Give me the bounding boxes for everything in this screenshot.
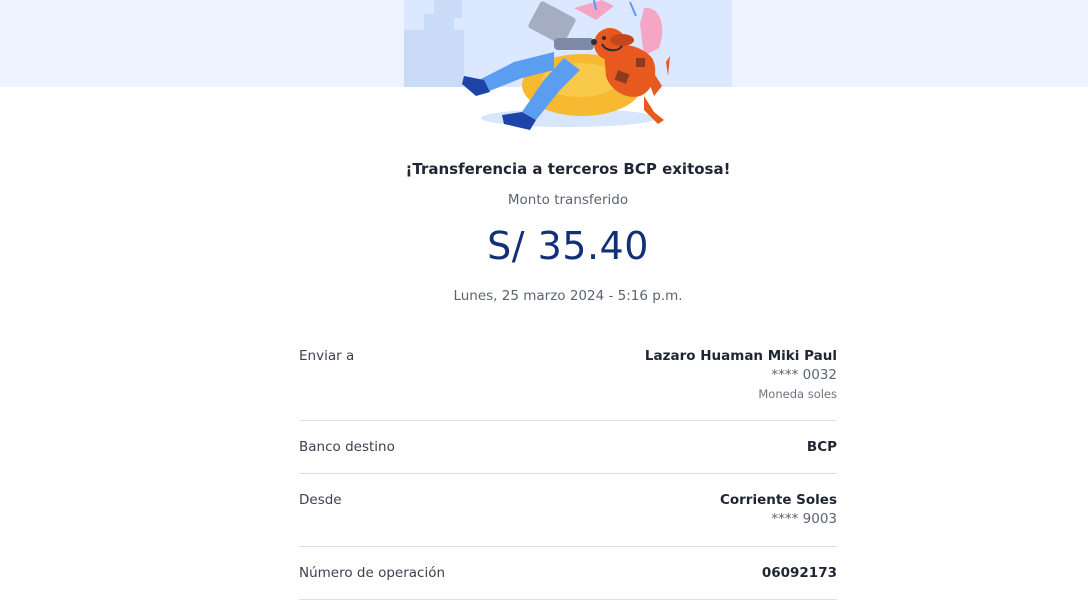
- amount-label: Monto transferido: [507, 192, 629, 208]
- success-illustration: [404, 0, 670, 130]
- bank-value: BCP: [807, 439, 837, 455]
- recipient-name: Lazaro Huaman Miki Paul: [644, 348, 837, 364]
- transaction-datetime: Lunes, 25 marzo 2024 - 5:16 p.m.: [453, 288, 683, 304]
- operation-label: Número de operación: [299, 565, 446, 581]
- source-account: **** 9003: [771, 511, 837, 527]
- operation-value: 06092173: [762, 565, 837, 581]
- from-label: Desde: [299, 492, 342, 508]
- detail-row-operation: Número de operación 06092173: [299, 547, 837, 600]
- destination-bank: BCP: [806, 439, 837, 455]
- from-value: Corriente Soles **** 9003: [720, 492, 837, 527]
- recipient-currency: Moneda soles: [758, 387, 837, 401]
- detail-row-bank: Banco destino BCP: [299, 421, 837, 474]
- recipient-account: **** 0032: [771, 367, 837, 383]
- transaction-details: Enviar a Lazaro Huaman Miki Paul **** 00…: [299, 333, 837, 600]
- detail-row-from: Desde Corriente Soles **** 9003: [299, 474, 837, 547]
- source-account-type: Corriente Soles: [719, 492, 837, 508]
- send-to-value: Lazaro Huaman Miki Paul **** 0032 Moneda…: [645, 348, 837, 401]
- bank-label: Banco destino: [299, 439, 395, 455]
- amount-value: S/ 35.40: [487, 224, 649, 268]
- send-to-label: Enviar a: [299, 348, 355, 364]
- detail-row-send-to: Enviar a Lazaro Huaman Miki Paul **** 00…: [299, 333, 837, 421]
- operation-number: 06092173: [761, 565, 837, 581]
- success-title: ¡Transferencia a terceros BCP exitosa!: [405, 160, 731, 178]
